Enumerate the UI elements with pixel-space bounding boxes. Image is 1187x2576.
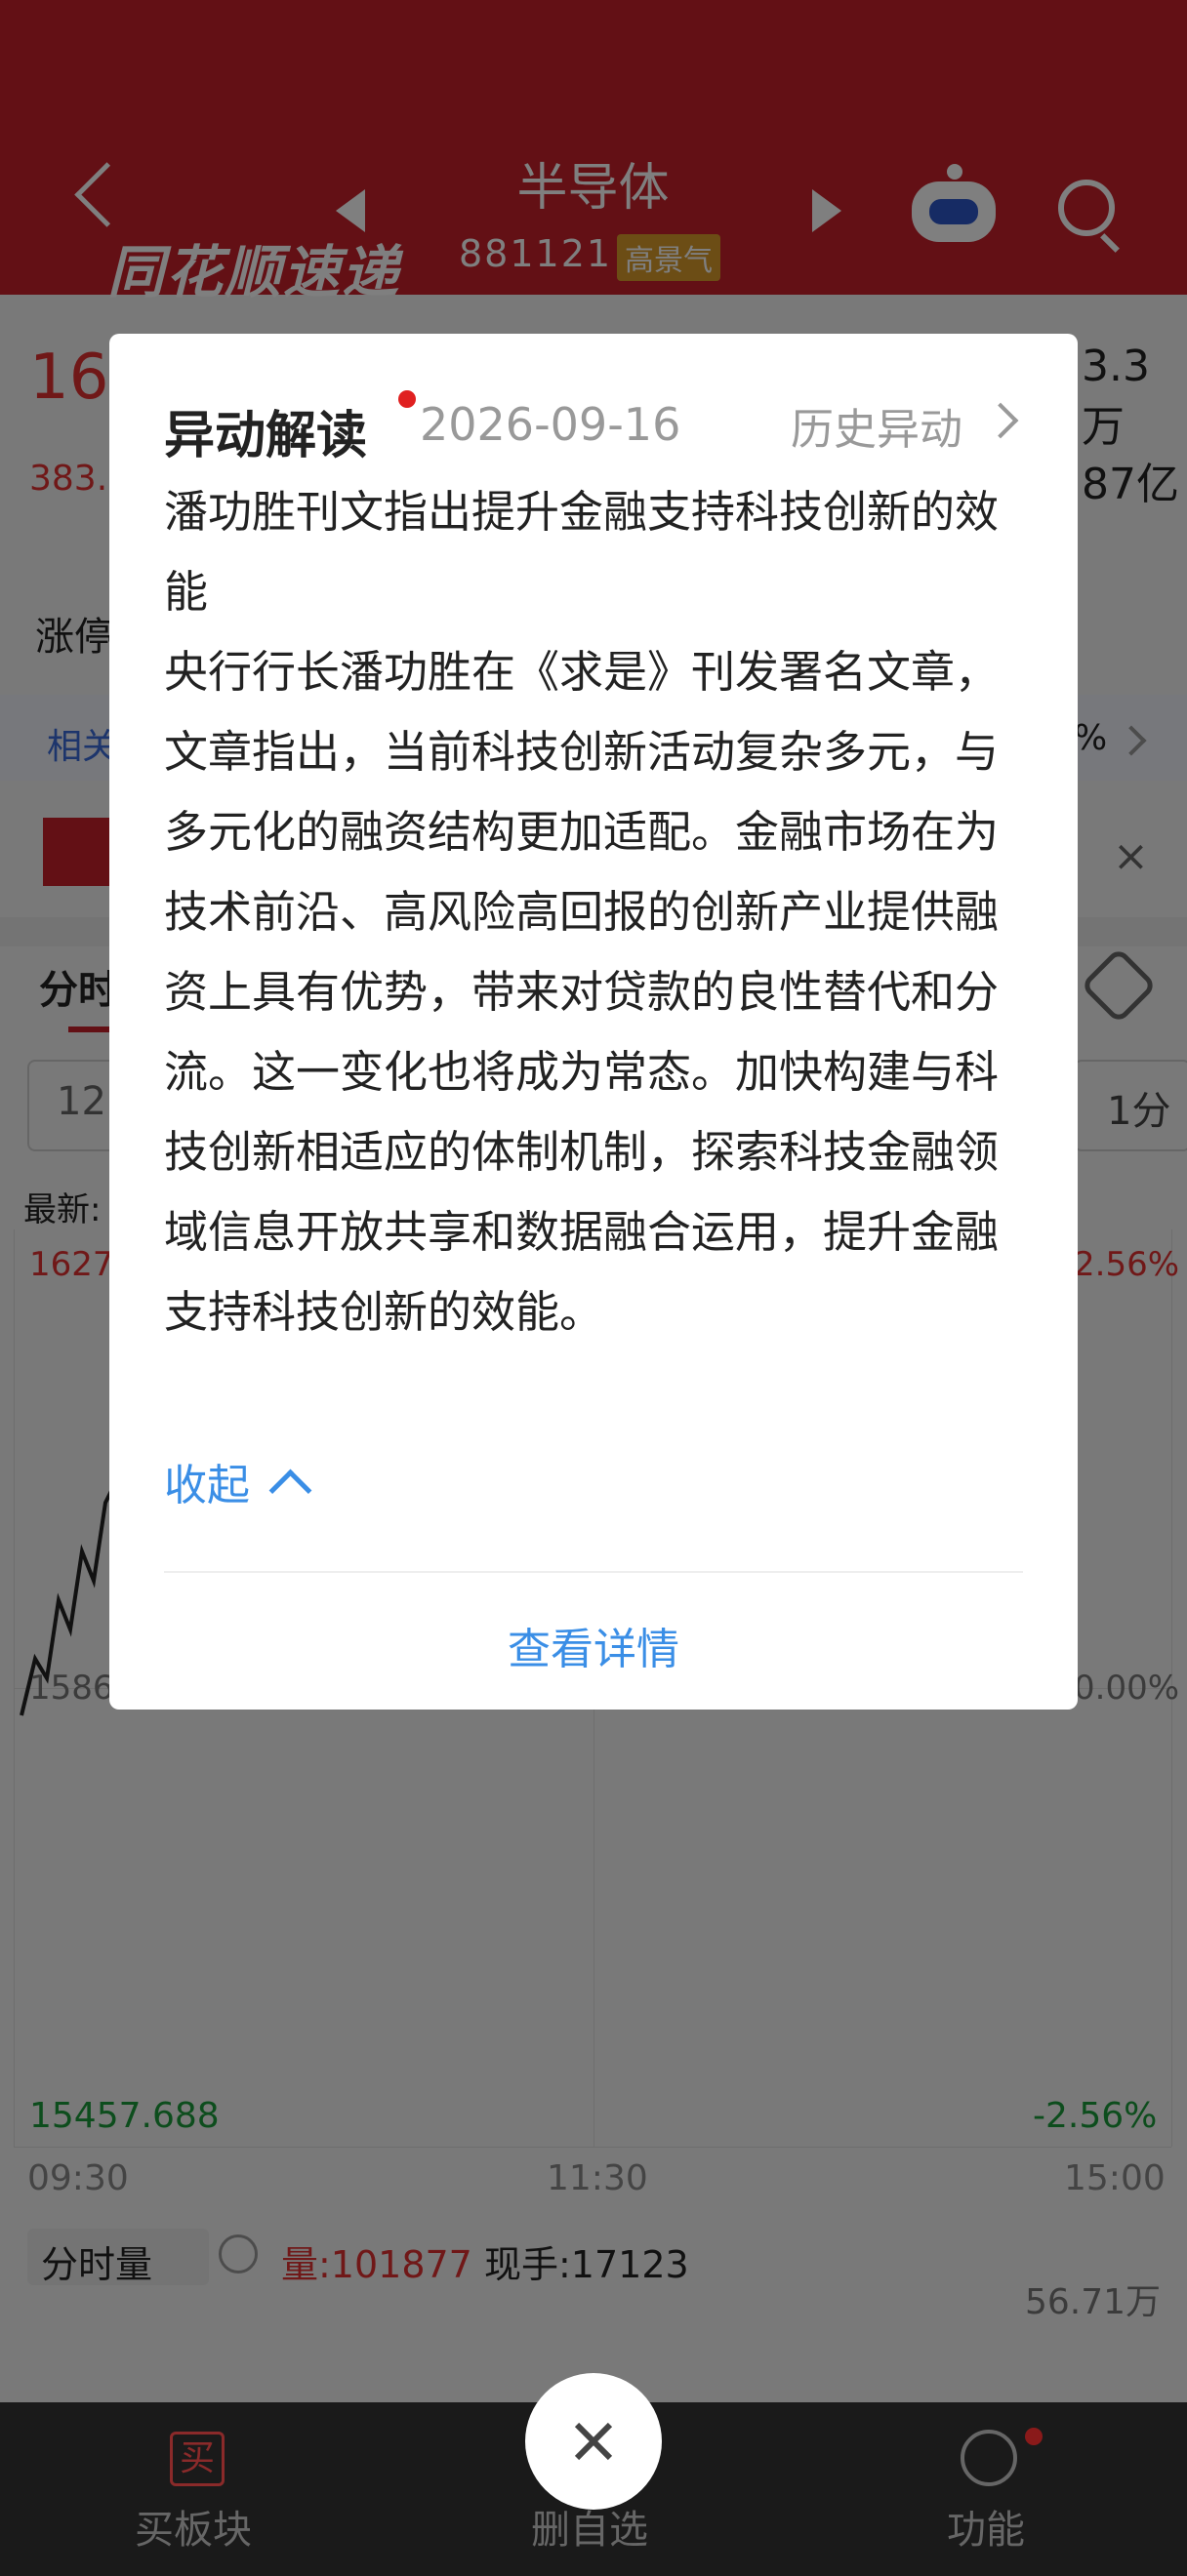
dialog-body-text: 潘功胜刊文指出提升金融支持科技创新的效能 央行行长潘功胜在《求是》刊发署名文章，… [164,472,1023,1352]
menu-icon [961,2430,1017,2486]
notification-dot [1025,2428,1043,2445]
buy-sector-button[interactable]: 买板块 [135,2498,252,2555]
dialog-divider [164,1571,1023,1573]
news-headline: 潘功胜刊文指出提升金融支持科技创新的效能 [164,486,1000,618]
view-details-link[interactable]: 查看详情 [109,1614,1078,1676]
function-button[interactable]: 功能 [947,2498,1025,2555]
news-content: 央行行长潘功胜在《求是》刊发署名文章，文章指出，当前科技创新活动复杂多元，与多元… [164,646,1000,1338]
new-indicator-dot [398,390,416,408]
chevron-up-icon[interactable] [268,1469,312,1512]
dialog-title: 异动解读 [164,407,368,465]
dialog-date: 2026-09-16 [420,398,681,451]
buy-icon: 买 [170,2432,225,2486]
anomaly-dialog: 异动解读 2026-09-16 历史异动 潘功胜刊文指出提升金融支持科技创新的效… [109,334,1078,1710]
history-anomaly-link[interactable]: 历史异动 [791,394,962,457]
collapse-link[interactable]: 收起 [164,1450,250,1512]
chevron-right-icon[interactable] [982,402,1019,439]
close-dialog-button[interactable] [525,2373,662,2510]
